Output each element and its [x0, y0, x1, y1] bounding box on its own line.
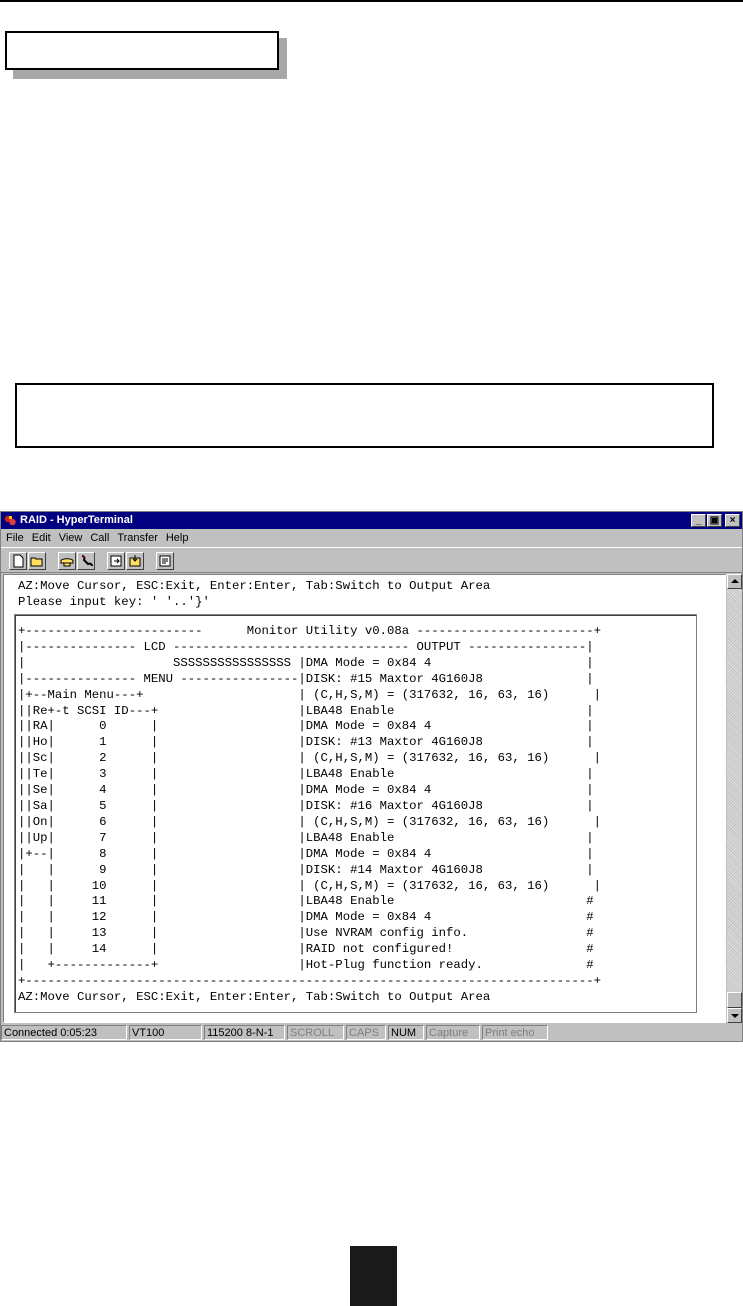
top-rule	[0, 0, 743, 2]
title-bar[interactable]: RAID - HyperTerminal _ ▣ ×	[1, 512, 742, 529]
status-print-echo: Print echo	[482, 1025, 548, 1040]
menu-call[interactable]: Call	[86, 530, 113, 546]
receive-icon[interactable]	[126, 552, 144, 570]
status-scroll: SCROLL	[287, 1025, 344, 1040]
down-arrow-icon	[731, 1014, 739, 1018]
open-folder-icon[interactable]	[28, 552, 46, 570]
status-caps: CAPS	[346, 1025, 386, 1040]
toolbar	[1, 547, 742, 573]
minimize-button[interactable]: _	[691, 514, 706, 527]
menu-transfer[interactable]: Transfer	[113, 530, 162, 546]
menu-edit[interactable]: Edit	[28, 530, 55, 546]
window-title: RAID - HyperTerminal	[20, 514, 133, 526]
scroll-up-button[interactable]	[727, 574, 742, 589]
hyperterminal-app-icon[interactable]	[4, 514, 17, 527]
terminal-header-text: AZ:Move Cursor, ESC:Exit, Enter:Enter, T…	[18, 579, 491, 609]
terminal-area[interactable]: AZ:Move Cursor, ESC:Exit, Enter:Enter, T…	[3, 574, 726, 1023]
menu-file[interactable]: File	[1, 530, 28, 546]
scroll-down-button[interactable]	[727, 1008, 742, 1023]
menu-bar: File Edit View Call Transfer Help	[1, 530, 192, 546]
monitor-utility-screen: +------------------------ Monitor Utilit…	[18, 624, 601, 1004]
properties-icon[interactable]	[156, 552, 174, 570]
status-capture: Capture	[426, 1025, 480, 1040]
status-emulation: VT100	[129, 1025, 202, 1040]
new-document-icon[interactable]	[9, 552, 27, 570]
scroll-thumb[interactable]	[727, 992, 742, 1008]
menu-view[interactable]: View	[55, 530, 87, 546]
status-bar: Connected 0:05:23 VT100 115200 8-N-1 SCR…	[1, 1025, 742, 1041]
connect-phone-icon[interactable]	[58, 552, 76, 570]
hyperterminal-window: RAID - HyperTerminal _ ▣ × File Edit Vie…	[0, 511, 743, 1042]
status-settings: 115200 8-N-1	[204, 1025, 285, 1040]
heading-box	[5, 31, 279, 70]
status-connected: Connected 0:05:23	[1, 1025, 127, 1040]
send-icon[interactable]	[107, 552, 125, 570]
disconnect-phone-icon[interactable]	[77, 552, 95, 570]
close-button[interactable]: ×	[725, 514, 740, 527]
status-num: NUM	[388, 1025, 424, 1040]
page-number-tab	[350, 1246, 397, 1306]
menu-help[interactable]: Help	[162, 530, 193, 546]
note-box	[15, 383, 714, 448]
maximize-button[interactable]: ▣	[707, 514, 722, 527]
up-arrow-icon	[731, 579, 739, 583]
vertical-scrollbar[interactable]	[727, 574, 742, 1023]
